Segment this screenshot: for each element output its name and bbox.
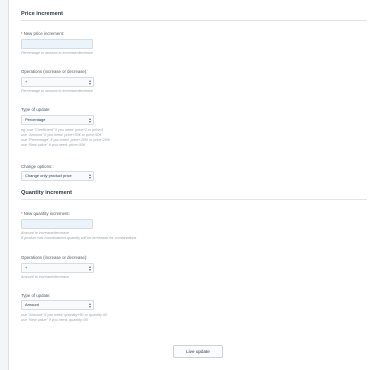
price-type-select[interactable]: Percentage ▴ ▾ — [21, 115, 94, 125]
select-arrows-icon: ▴ ▾ — [88, 264, 91, 272]
quantity-operations-select[interactable]: + ▴ ▾ — [21, 263, 94, 273]
quantity-type-select[interactable]: Amount ▴ ▾ — [21, 300, 94, 310]
new-price-input[interactable] — [21, 39, 93, 49]
new-price-label: *New price increment: — [21, 31, 64, 36]
price-operations-label: Operations (increase or decrease): — [21, 69, 88, 74]
price-type-value: Percentage — [25, 117, 46, 122]
change-options-label: Change options: — [21, 164, 53, 169]
new-price-label-text: New price increment: — [23, 31, 65, 36]
quantity-operations-label: Operations (increase or decrease): — [21, 255, 88, 260]
select-arrows-icon: ▴ ▾ — [88, 78, 91, 86]
select-arrows-icon: ▴ ▾ — [88, 172, 91, 180]
required-asterisk: * — [21, 211, 23, 216]
price-operations-select[interactable]: + ▴ ▾ — [21, 77, 94, 87]
required-asterisk: * — [21, 31, 23, 36]
select-arrows-icon: ▴ ▾ — [88, 301, 91, 309]
price-type-help-4: use "New value" if you need: price=50€ — [21, 143, 86, 147]
quantity-operations-value: + — [25, 265, 28, 270]
new-quantity-label: *New quantity increment: — [21, 211, 70, 216]
quantity-type-help-2: use "New value" if you need: quantity=50 — [21, 318, 89, 322]
change-options-value: Change only product price — [25, 173, 72, 178]
new-price-help: Percentage or amount to increase/decreas… — [21, 51, 93, 55]
price-operations-value: + — [25, 79, 28, 84]
new-quantity-input[interactable] — [21, 219, 93, 229]
new-quantity-label-text: New quantity increment: — [23, 211, 70, 216]
new-quantity-help-2: If product has combinations quantity wil… — [21, 236, 137, 240]
settings-panel: Price increment *New price increment: Pe… — [8, 0, 370, 370]
quantity-type-value: Amount — [25, 302, 39, 307]
price-type-label: Type of update: — [21, 107, 51, 112]
price-section-title: Price increment — [21, 11, 63, 17]
change-options-select[interactable]: Change only product price ▴ ▾ — [21, 171, 94, 181]
quantity-section-title: Quantity increment — [21, 190, 72, 196]
price-operations-help: Percentage or amount to increase/decreas… — [21, 89, 93, 93]
section-divider — [21, 20, 367, 21]
quantity-type-label: Type of update: — [21, 293, 51, 298]
section-divider — [21, 199, 367, 200]
select-arrows-icon: ▴ ▾ — [88, 116, 91, 124]
live-update-button[interactable]: Live update — [173, 345, 223, 358]
quantity-operations-help: Amount to increase/decrease — [21, 275, 69, 279]
